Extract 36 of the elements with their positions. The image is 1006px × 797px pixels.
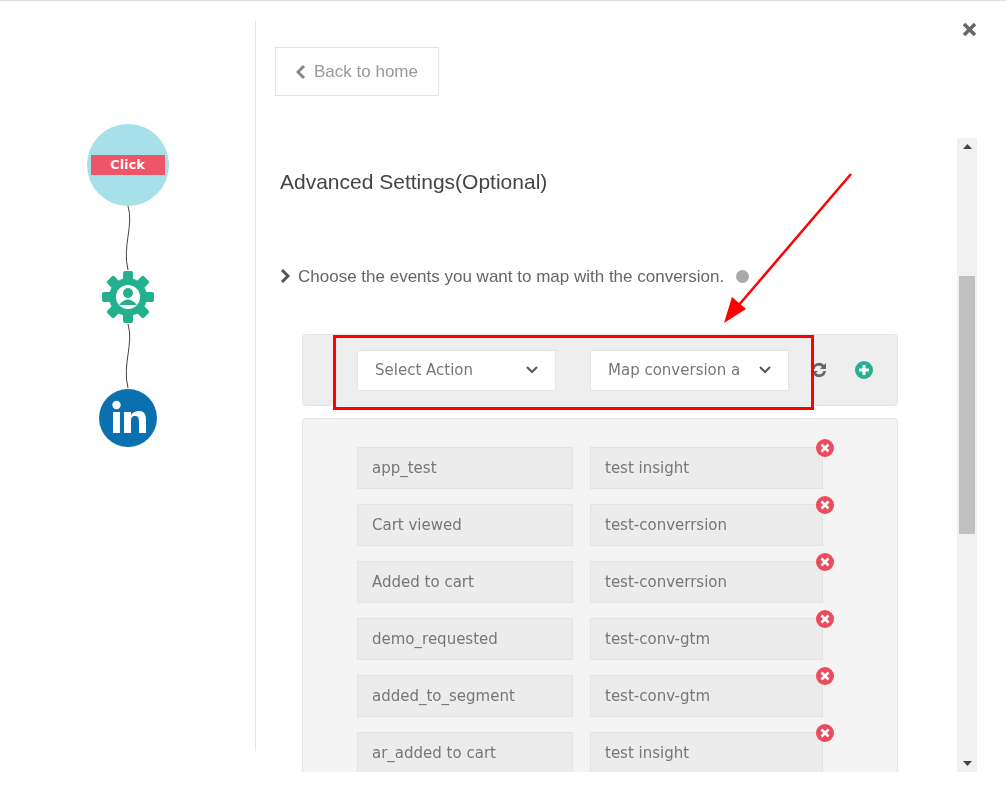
section-description: Choose the events you want to map with the conversion. xyxy=(298,265,725,288)
chevron-right-icon xyxy=(280,269,290,284)
scroll-up-icon[interactable] xyxy=(962,144,972,149)
scrollbar[interactable] xyxy=(957,138,977,772)
conversion-field[interactable]: test-conv-gtm xyxy=(590,618,823,660)
trigger-label: Click xyxy=(90,155,165,175)
chevron-left-icon xyxy=(296,64,306,79)
linkedin-logo-icon xyxy=(97,388,158,448)
scroll-down-icon[interactable] xyxy=(962,761,972,766)
gear-person-icon xyxy=(100,270,155,324)
conversion-field[interactable]: test insight xyxy=(590,447,823,489)
event-field[interactable]: Cart viewed xyxy=(357,504,573,546)
back-button[interactable]: Back to home xyxy=(275,47,439,96)
event-field[interactable]: added_to_segment xyxy=(357,675,573,717)
remove-icon[interactable] xyxy=(816,553,834,571)
chevron-down-icon xyxy=(526,366,538,374)
remove-icon[interactable] xyxy=(816,610,834,628)
add-icon[interactable] xyxy=(855,361,873,379)
select-dropdown[interactable]: Map conversion a xyxy=(590,349,789,391)
remove-icon[interactable] xyxy=(816,496,834,514)
conversion-field[interactable]: test-conv-gtm xyxy=(590,675,823,717)
event-field[interactable]: ar_added to cart xyxy=(357,732,573,772)
select-dropdown[interactable]: Select Action xyxy=(357,349,556,391)
conversion-field[interactable]: test insight xyxy=(590,732,823,772)
conversion-field[interactable]: test-converrsion xyxy=(590,504,823,546)
info-icon xyxy=(736,269,750,283)
event-field[interactable]: Added to cart xyxy=(357,561,573,603)
remove-icon[interactable] xyxy=(816,724,834,742)
conversion-field[interactable]: test-converrsion xyxy=(590,561,823,603)
event-field[interactable]: app_test xyxy=(357,447,573,489)
section-title: Advanced Settings(Optional) xyxy=(280,169,549,195)
remove-icon[interactable] xyxy=(816,667,834,685)
event-field[interactable]: demo_requested xyxy=(357,618,573,660)
remove-icon[interactable] xyxy=(816,439,834,457)
close-icon[interactable] xyxy=(962,22,977,37)
chevron-down-icon xyxy=(759,366,771,374)
